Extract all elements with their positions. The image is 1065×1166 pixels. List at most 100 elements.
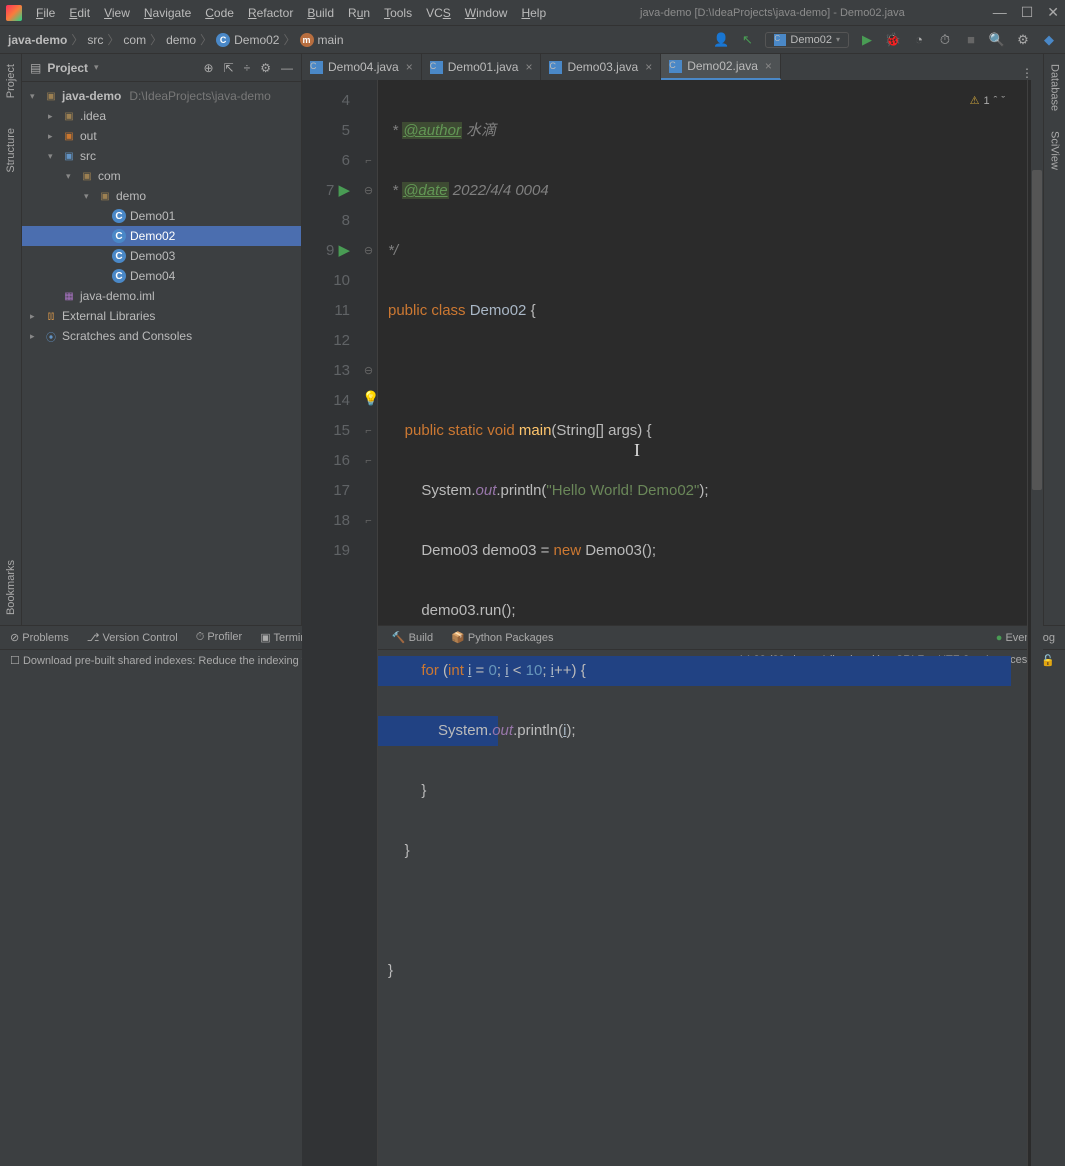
scrollbar-vertical[interactable] bbox=[1031, 80, 1043, 1166]
menu-edit[interactable]: Edit bbox=[63, 4, 96, 22]
editor-area: CDemo04.java× CDemo01.java× CDemo03.java… bbox=[302, 54, 1043, 625]
close-icon[interactable]: ✕ bbox=[1047, 4, 1059, 21]
close-tab-icon[interactable]: × bbox=[765, 59, 772, 73]
tree-root-name: java-demo bbox=[62, 89, 121, 103]
sidebar-structure[interactable]: Structure bbox=[5, 128, 17, 173]
panel-title: Project bbox=[47, 61, 88, 75]
fold-open-icon[interactable]: ⊖ bbox=[360, 176, 377, 206]
project-panel: ▤ Project ▾ ⊕ ⇱ ÷ ⚙ — ▾▣java-demoD:\Idea… bbox=[22, 54, 302, 625]
main-body: Project Structure Bookmarks ▤ Project ▾ … bbox=[0, 54, 1065, 625]
bug-icon[interactable]: 🐞 bbox=[885, 32, 901, 48]
tree-demo02[interactable]: CDemo02 bbox=[22, 226, 301, 246]
tree-scratches[interactable]: ▸⦿Scratches and Consoles bbox=[22, 326, 301, 346]
crumb-src[interactable]: src bbox=[87, 33, 103, 47]
hide-icon[interactable]: — bbox=[281, 61, 293, 75]
intention-bulb-icon[interactable]: 💡 bbox=[362, 390, 379, 407]
tree-root-path: D:\IdeaProjects\java-demo bbox=[129, 89, 270, 103]
fold-open-icon[interactable]: ⊖ bbox=[360, 236, 377, 266]
close-tab-icon[interactable]: × bbox=[525, 60, 532, 74]
crumb-project[interactable]: java-demo bbox=[8, 33, 67, 47]
tab-demo01[interactable]: CDemo01.java× bbox=[422, 54, 542, 80]
tw-problems[interactable]: ⊘ Problems bbox=[10, 631, 69, 644]
settings-icon[interactable]: ⚙ bbox=[1015, 32, 1031, 48]
fold-end-icon[interactable]: ⌐ bbox=[360, 416, 377, 446]
tree-demo01[interactable]: CDemo01 bbox=[22, 206, 301, 226]
menu-navigate[interactable]: Navigate bbox=[138, 4, 197, 22]
crumb-com[interactable]: com bbox=[123, 33, 146, 47]
tree-idea[interactable]: ▸▣.idea bbox=[22, 106, 301, 126]
menu-tools[interactable]: Tools bbox=[378, 4, 418, 22]
inspection-indicator[interactable]: ⚠1 ˆ ˇ bbox=[970, 86, 1005, 116]
chevron-down-icon: ▾ bbox=[836, 35, 840, 44]
tree-external[interactable]: ▸⫾⫾External Libraries bbox=[22, 306, 301, 326]
code-editor[interactable]: 4567 ▶89 ▶10111213141516171819 ⌐⊖ ⊖ ⊖ ⌐⌐… bbox=[302, 80, 1043, 1166]
coverage-icon[interactable]: ◔ bbox=[911, 32, 927, 48]
tab-demo04[interactable]: CDemo04.java× bbox=[302, 54, 422, 80]
menu-view[interactable]: View bbox=[98, 4, 136, 22]
plugin-icon[interactable]: ◆ bbox=[1041, 32, 1057, 48]
tree-com[interactable]: ▾▣com bbox=[22, 166, 301, 186]
menu-build[interactable]: Build bbox=[301, 4, 340, 22]
tab-demo03[interactable]: CDemo03.java× bbox=[541, 54, 661, 80]
maximize-icon[interactable]: ☐ bbox=[1021, 4, 1034, 21]
menu-code[interactable]: Code bbox=[199, 4, 240, 22]
close-tab-icon[interactable]: × bbox=[406, 60, 413, 74]
crumb-demo[interactable]: demo bbox=[166, 33, 196, 47]
run-gutter-icon[interactable]: ▶ bbox=[338, 242, 350, 259]
tw-version-control[interactable]: ⎇ Version Control bbox=[87, 631, 178, 644]
menu-refactor[interactable]: Refactor bbox=[242, 4, 299, 22]
chevron-right-icon: 〉 bbox=[150, 31, 162, 48]
left-tool-strip: Project Structure Bookmarks bbox=[0, 54, 22, 625]
menu-vcs[interactable]: VCS bbox=[420, 4, 457, 22]
select-open-file-icon[interactable]: ⊕ bbox=[204, 61, 214, 75]
user-add-icon[interactable]: 👤 bbox=[713, 32, 729, 48]
error-stripe[interactable] bbox=[1027, 80, 1043, 1166]
fold-end-icon[interactable]: ⌐ bbox=[360, 506, 377, 536]
profile-icon[interactable]: ⏱ bbox=[937, 32, 953, 48]
crumb-method[interactable]: main bbox=[318, 33, 344, 47]
play-icon[interactable]: ▶ bbox=[859, 32, 875, 48]
tree-src[interactable]: ▾▣src bbox=[22, 146, 301, 166]
sidebar-project[interactable]: Project bbox=[5, 64, 17, 98]
tree-demo03[interactable]: CDemo03 bbox=[22, 246, 301, 266]
chevron-down-icon[interactable]: ▾ bbox=[94, 62, 99, 73]
tab-demo02[interactable]: CDemo02.java× bbox=[661, 54, 781, 80]
tree-demo[interactable]: ▾▣demo bbox=[22, 186, 301, 206]
menu-run[interactable]: Run bbox=[342, 4, 376, 22]
text-cursor-icon: I bbox=[634, 435, 640, 465]
crumb-class[interactable]: Demo02 bbox=[234, 33, 279, 47]
sidebar-database[interactable]: Database bbox=[1049, 64, 1061, 111]
stop-icon[interactable]: ■ bbox=[963, 32, 979, 48]
run-config-select[interactable]: C Demo02 ▾ bbox=[765, 32, 849, 48]
fold-end-icon[interactable]: ⌐ bbox=[360, 446, 377, 476]
search-icon[interactable]: 🔍 bbox=[989, 32, 1005, 48]
menu-window[interactable]: Window bbox=[459, 4, 514, 22]
expand-all-icon[interactable]: ⇱ bbox=[224, 61, 234, 75]
minimize-icon[interactable]: — bbox=[993, 4, 1007, 21]
code-content[interactable]: * @author 水滴 * @date 2022/4/4 0004 */ pu… bbox=[378, 80, 1027, 1166]
fold-end-icon[interactable]: ⌐ bbox=[360, 146, 377, 176]
tree-iml[interactable]: ▦java-demo.iml bbox=[22, 286, 301, 306]
close-tab-icon[interactable]: × bbox=[645, 60, 652, 74]
menu-file[interactable]: File bbox=[30, 4, 61, 22]
sidebar-bookmarks[interactable]: Bookmarks bbox=[5, 560, 17, 615]
status-tips-icon[interactable]: ☐ bbox=[10, 654, 20, 667]
collapse-all-icon[interactable]: ÷ bbox=[244, 61, 251, 75]
chevron-up-icon[interactable]: ˆ bbox=[994, 86, 998, 116]
scrollbar-thumb[interactable] bbox=[1032, 170, 1042, 490]
titlebar: File Edit View Navigate Code Refactor Bu… bbox=[0, 0, 1065, 26]
method-icon: m bbox=[300, 33, 314, 47]
tw-profiler[interactable]: ⏱ Profiler bbox=[196, 631, 242, 644]
gear-icon[interactable]: ⚙ bbox=[260, 61, 271, 75]
sidebar-sciview[interactable]: SciView bbox=[1049, 131, 1061, 170]
tree-root[interactable]: ▾▣java-demoD:\IdeaProjects\java-demo bbox=[22, 86, 301, 106]
menu-help[interactable]: Help bbox=[515, 4, 552, 22]
chevron-down-icon[interactable]: ˇ bbox=[1001, 86, 1005, 116]
run-gutter-icon[interactable]: ▶ bbox=[338, 182, 350, 199]
tree-demo04[interactable]: CDemo04 bbox=[22, 266, 301, 286]
tree-out[interactable]: ▸▣out bbox=[22, 126, 301, 146]
tab-overflow-icon[interactable]: ⋮ bbox=[1011, 66, 1043, 80]
status-readonly-icon[interactable]: 🔓 bbox=[1041, 654, 1055, 667]
fold-open-icon[interactable]: ⊖ bbox=[360, 356, 377, 386]
hammer-icon[interactable]: ↖ bbox=[739, 32, 755, 48]
